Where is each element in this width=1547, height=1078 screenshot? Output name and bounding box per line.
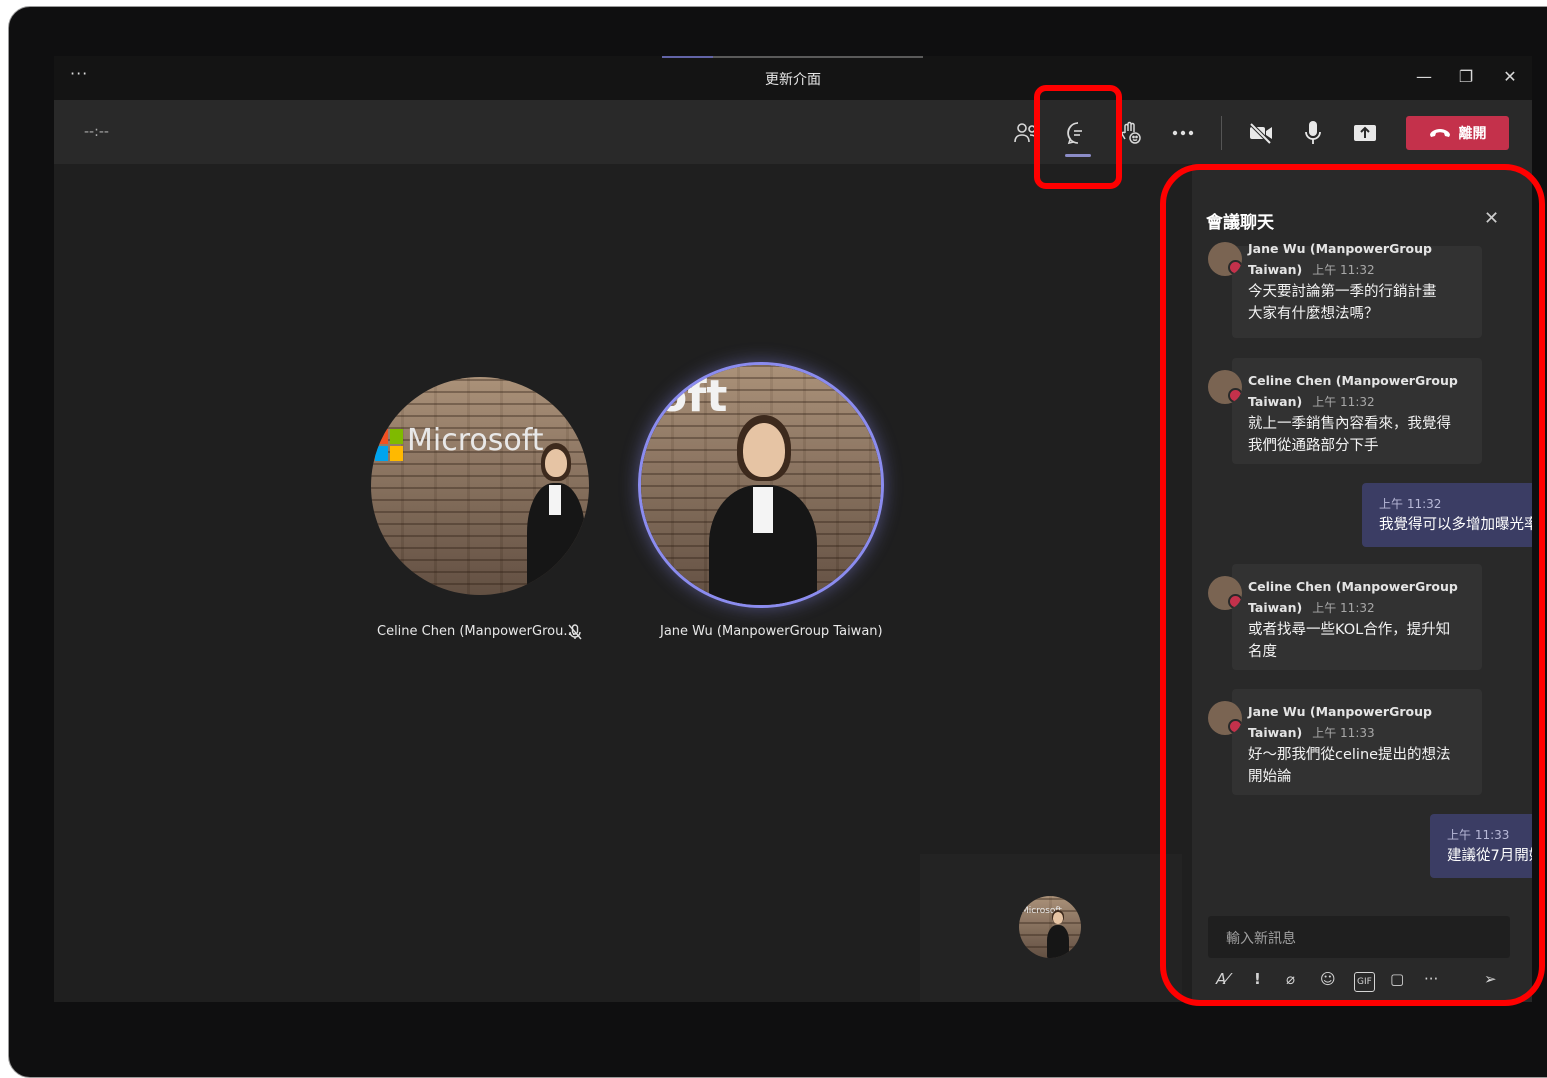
jane-photo: oft [641,365,881,605]
participant-tile-celine[interactable]: Microsoft [371,377,589,595]
maximize-button[interactable]: ❐ [1454,67,1478,86]
more-actions-icon[interactable] [1166,118,1200,148]
chat-button-highlight [1034,85,1122,189]
loading-bar [662,56,923,58]
participant-name-celine: Celine Chen (ManpowerGrou... [377,624,576,639]
microphone-icon[interactable] [1296,118,1330,148]
meeting-timer: --:-- [84,124,109,140]
jane-figure [701,409,825,605]
celine-photo: Microsoft [371,377,589,595]
microsoft-logo [375,429,403,461]
hang-up-icon [1429,129,1450,137]
self-avatar: Microsoft [1019,896,1081,958]
minimize-button[interactable]: — [1412,67,1436,86]
window-title: 更新介面 [765,72,821,88]
share-screen-icon[interactable] [1348,118,1382,148]
celine-figure [519,443,589,595]
self-view-tile[interactable]: Microsoft [920,854,1182,1002]
participant-name-jane: Jane Wu (ManpowerGroup Taiwan) [660,624,883,639]
chat-panel-highlight [1160,164,1545,1006]
close-window-button[interactable]: ✕ [1498,67,1522,86]
muted-mic-icon [568,624,582,640]
leave-label: 離開 [1458,126,1487,142]
participant-tile-jane[interactable]: oft [638,362,884,608]
leave-button[interactable]: 離開 [1406,116,1509,150]
meeting-toolbar: --:-- 離開 [54,100,1532,164]
toolbar-divider [1221,116,1222,150]
camera-off-icon[interactable] [1244,118,1278,148]
title-bar: ··· 更新介面 — ❐ ✕ [54,56,1532,100]
